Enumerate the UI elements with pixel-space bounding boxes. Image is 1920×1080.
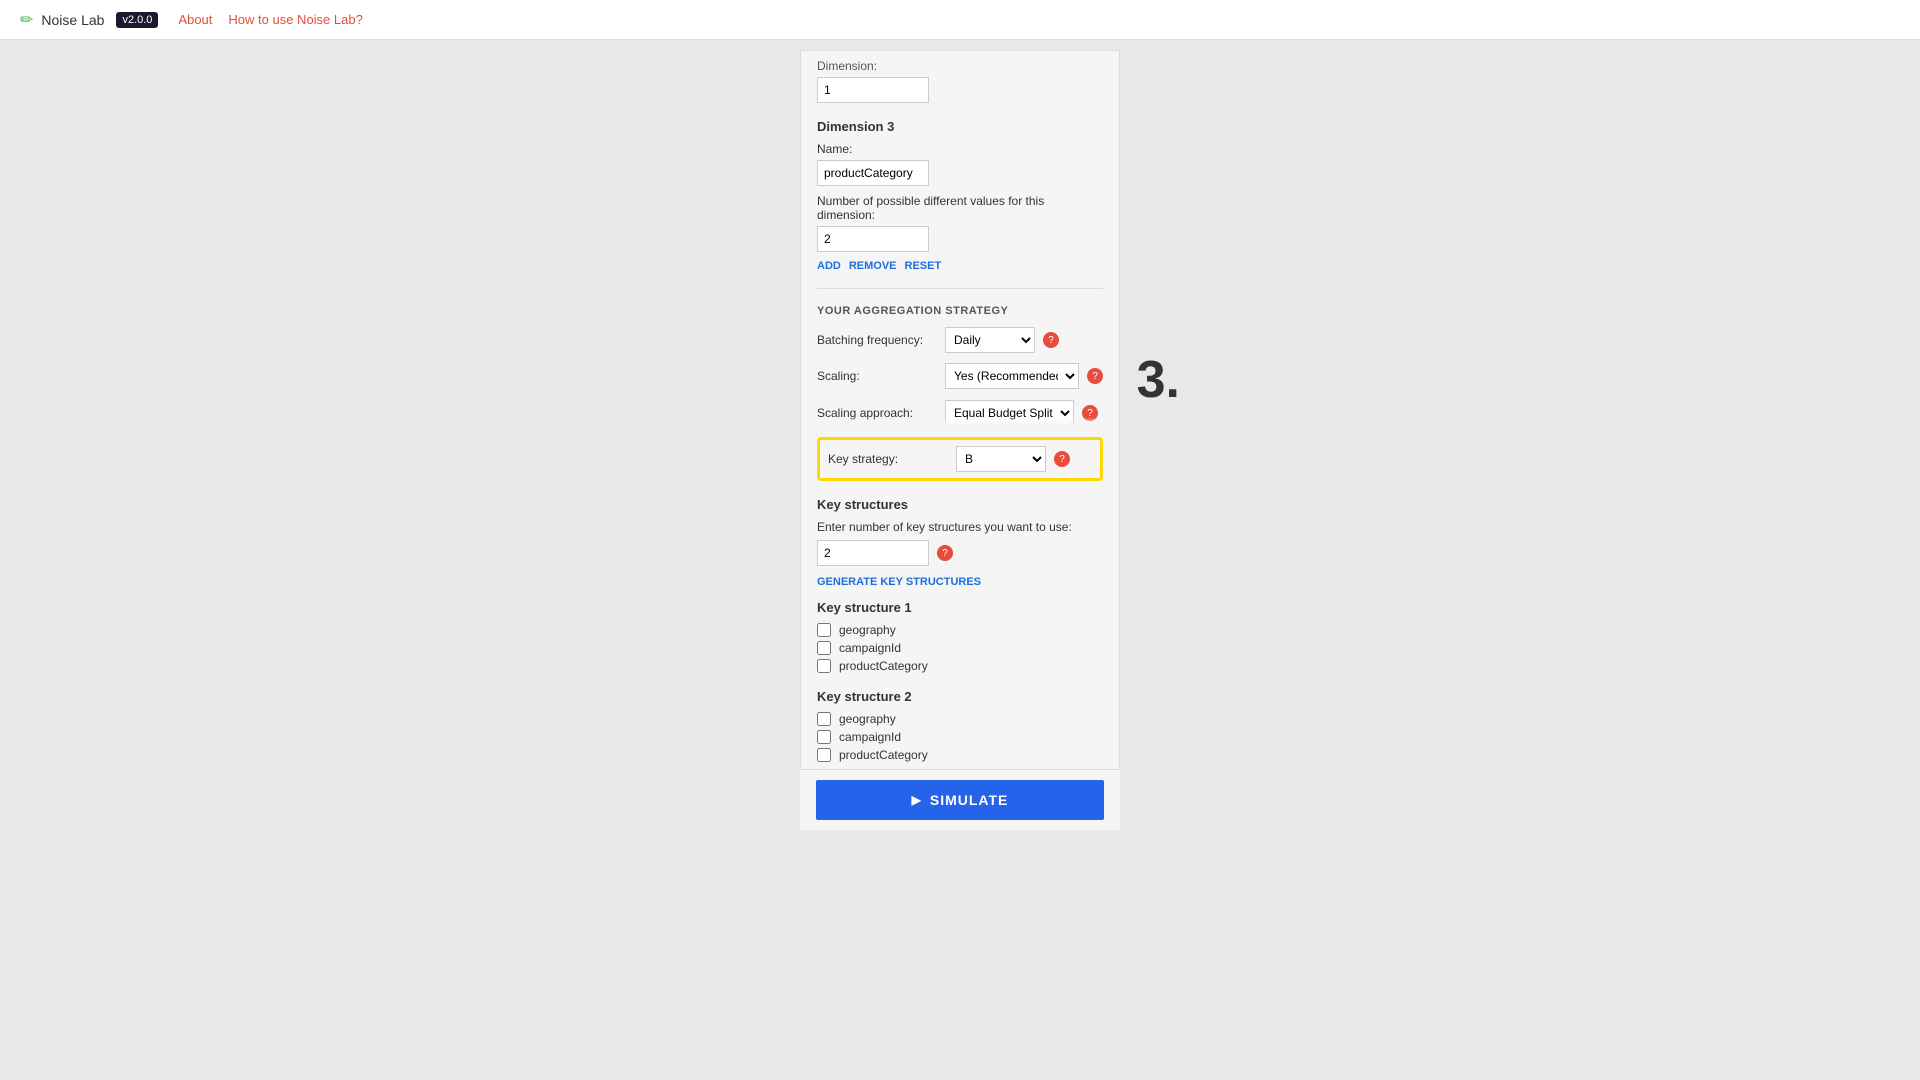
dimension3-name-row: Name: xyxy=(817,142,1103,186)
ks1-geography-checkbox[interactable] xyxy=(817,623,831,637)
batching-frequency-select[interactable]: Daily Weekly Monthly xyxy=(945,327,1035,353)
dimension3-name-input[interactable] xyxy=(817,160,929,186)
add-link[interactable]: ADD xyxy=(817,260,841,272)
how-to-link[interactable]: How to use Noise Lab? xyxy=(228,12,362,27)
panel-wrapper: 3. Dimension: Dimension 3 Name: Number o… xyxy=(800,50,1120,830)
app-logo: ✏ Noise Lab v2.0.0 xyxy=(20,10,158,30)
key-strategy-label: Key strategy: xyxy=(828,452,948,466)
key-structure-1-title: Key structure 1 xyxy=(817,600,1103,615)
batching-frequency-help-icon[interactable]: ? xyxy=(1043,332,1059,348)
ks1-productcategory-checkbox[interactable] xyxy=(817,659,831,673)
app-version: v2.0.0 xyxy=(116,12,158,28)
dimension3-action-links: ADD REMOVE RESET xyxy=(817,260,1103,272)
simulate-label: SIMULATE xyxy=(930,792,1009,808)
ks1-geography-label: geography xyxy=(839,623,896,637)
key-strategy-highlight: Key strategy: A B C ? xyxy=(817,437,1103,481)
key-strategy-row: Key strategy: A B C ? xyxy=(828,446,1092,472)
scaling-help-icon[interactable]: ? xyxy=(1087,368,1103,384)
scaling-approach-help-icon[interactable]: ? xyxy=(1082,405,1098,421)
key-structures-description: Enter number of key structures you want … xyxy=(817,520,1103,534)
ks1-campaignid-row: campaignId xyxy=(817,641,1103,655)
simulate-bar: ▶ SIMULATE xyxy=(800,769,1120,830)
dimension3-values-label: Number of possible different values for … xyxy=(817,194,1103,222)
panel-content: Dimension 3 Name: Number of possible dif… xyxy=(801,119,1119,830)
ks1-campaignid-label: campaignId xyxy=(839,641,901,655)
ks2-productcategory-row: productCategory xyxy=(817,748,1103,762)
batching-frequency-row: Batching frequency: Daily Weekly Monthly… xyxy=(817,327,1103,353)
dimension3-title: Dimension 3 xyxy=(817,119,1103,134)
dimension3-values-row: Number of possible different values for … xyxy=(817,194,1103,252)
divider1 xyxy=(817,288,1103,289)
key-structures-count-row: ? xyxy=(817,540,1103,566)
ks2-campaignid-row: campaignId xyxy=(817,730,1103,744)
ks1-geography-row: geography xyxy=(817,623,1103,637)
ks1-productcategory-row: productCategory xyxy=(817,659,1103,673)
scaling-label: Scaling: xyxy=(817,369,937,383)
aggregation-section: YOUR AGGREGATION STRATEGY Batching frequ… xyxy=(817,305,1103,481)
main-area: 3. Dimension: Dimension 3 Name: Number o… xyxy=(0,40,1920,1080)
scaling-row: Scaling: Yes (Recommended) No ? xyxy=(817,363,1103,389)
annotation-number: 3. xyxy=(1137,350,1180,410)
pencil-icon: ✏ xyxy=(20,10,33,30)
dimension3-name-label: Name: xyxy=(817,142,1103,156)
scaling-approach-label: Scaling approach: xyxy=(817,406,937,420)
ks2-campaignid-label: campaignId xyxy=(839,730,901,744)
dimension3-section: Dimension 3 Name: Number of possible dif… xyxy=(817,119,1103,272)
simulate-icon: ▶ xyxy=(912,793,922,807)
ks2-geography-checkbox[interactable] xyxy=(817,712,831,726)
aggregation-header: YOUR AGGREGATION STRATEGY xyxy=(817,305,1103,317)
reset-link[interactable]: RESET xyxy=(905,260,942,272)
dimension3-values-input[interactable] xyxy=(817,226,929,252)
ks2-geography-label: geography xyxy=(839,712,896,726)
key-structures-title: Key structures xyxy=(817,497,1103,512)
ks2-productcategory-checkbox[interactable] xyxy=(817,748,831,762)
about-link[interactable]: About xyxy=(178,12,212,27)
top-stub: Dimension: xyxy=(801,51,1119,111)
key-structures-help-icon[interactable]: ? xyxy=(937,545,953,561)
stub-dimension-input[interactable] xyxy=(817,77,929,103)
remove-link[interactable]: REMOVE xyxy=(849,260,897,272)
generate-key-structures-link[interactable]: GENERATE KEY STRUCTURES xyxy=(817,576,1103,588)
batching-frequency-label: Batching frequency: xyxy=(817,333,937,347)
app-name: Noise Lab xyxy=(41,12,104,28)
ks1-campaignid-checkbox[interactable] xyxy=(817,641,831,655)
key-strategy-select[interactable]: A B C xyxy=(956,446,1046,472)
main-panel[interactable]: Dimension: Dimension 3 Name: Number of p… xyxy=(800,50,1120,830)
nav-links: About How to use Noise Lab? xyxy=(178,12,362,27)
key-structure-2-block: Key structure 2 geography campaignId pro… xyxy=(817,689,1103,762)
scaling-approach-select[interactable]: Equal Budget Split xyxy=(945,400,1074,426)
topbar: ✏ Noise Lab v2.0.0 About How to use Nois… xyxy=(0,0,1920,40)
scaling-approach-row: Scaling approach: Equal Budget Split ? xyxy=(817,399,1103,427)
simulate-button[interactable]: ▶ SIMULATE xyxy=(816,780,1104,820)
ks1-productcategory-label: productCategory xyxy=(839,659,928,673)
key-structures-count-input[interactable] xyxy=(817,540,929,566)
ks2-campaignid-checkbox[interactable] xyxy=(817,730,831,744)
stub-dimension-label: Dimension: xyxy=(817,59,1103,73)
key-structure-2-title: Key structure 2 xyxy=(817,689,1103,704)
scaling-select[interactable]: Yes (Recommended) No xyxy=(945,363,1079,389)
key-structure-1-block: Key structure 1 geography campaignId pro… xyxy=(817,600,1103,673)
ks2-geography-row: geography xyxy=(817,712,1103,726)
ks2-productcategory-label: productCategory xyxy=(839,748,928,762)
key-strategy-help-icon[interactable]: ? xyxy=(1054,451,1070,467)
